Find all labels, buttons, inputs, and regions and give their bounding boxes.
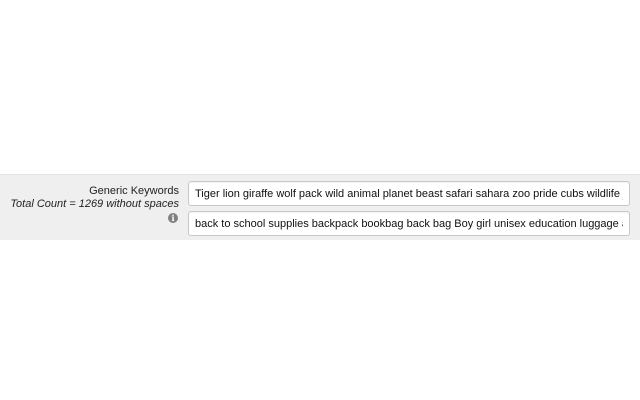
generic-keywords-input-2[interactable] xyxy=(188,211,630,236)
info-icon[interactable]: i xyxy=(168,213,178,223)
generic-keywords-label: Generic Keywords xyxy=(89,185,179,197)
generic-keywords-input-1[interactable] xyxy=(188,181,630,206)
total-count-label: Total Count = 1269 without spaces xyxy=(10,198,179,210)
generic-keywords-row: Generic Keywords Total Count = 1269 with… xyxy=(0,174,640,240)
